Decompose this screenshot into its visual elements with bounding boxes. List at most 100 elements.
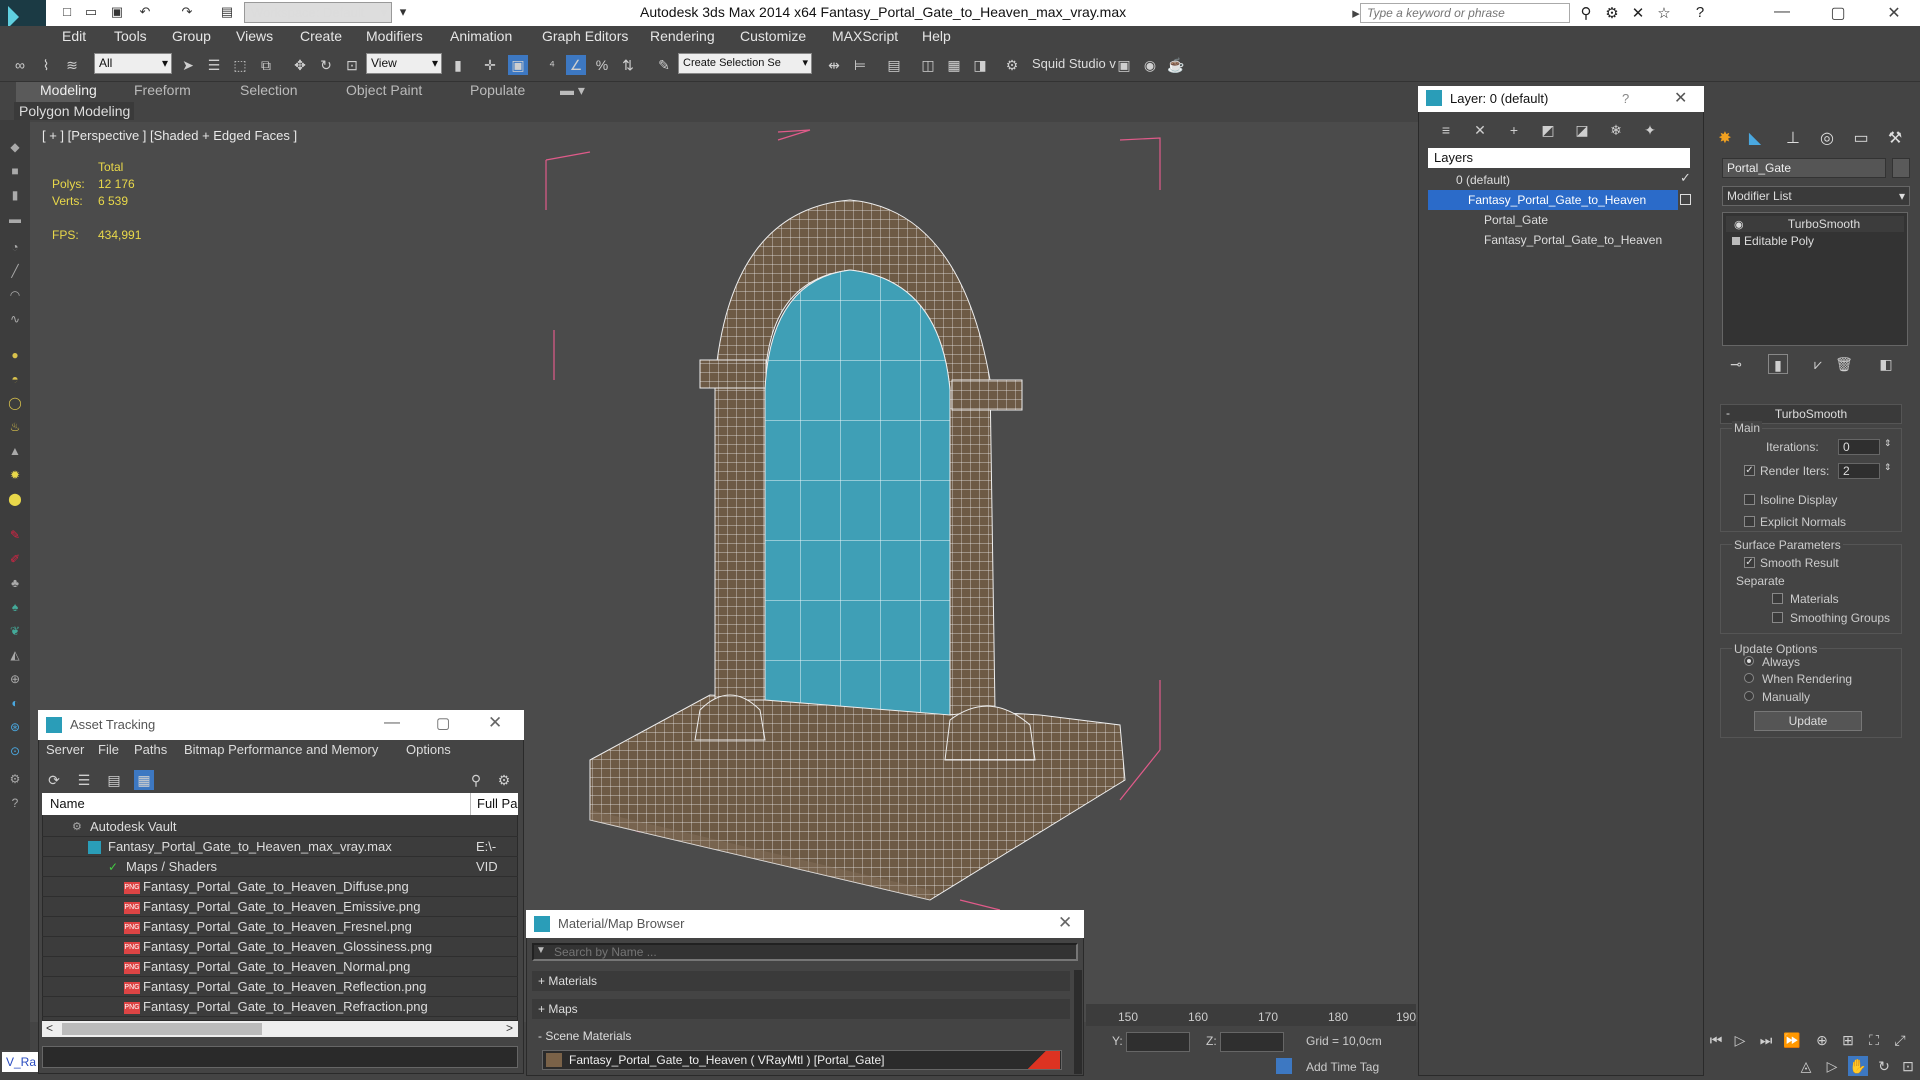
iterations-spinner[interactable] <box>1838 439 1880 455</box>
layer-row-default[interactable]: 0 (default) <box>1428 170 1678 190</box>
create-light-icon[interactable]: ✹ <box>6 468 24 484</box>
zoom-extents-icon[interactable]: ⛶ <box>1864 1030 1884 1050</box>
camera-icon[interactable]: ◐ <box>6 696 24 712</box>
menu-rendering[interactable]: Rendering <box>650 28 715 44</box>
asset-menu-paths[interactable]: Paths <box>134 742 167 757</box>
menu-customize[interactable]: Customize <box>740 28 806 44</box>
percent-snap-icon[interactable]: % <box>592 55 612 75</box>
asset-close-icon[interactable]: ✕ <box>488 713 502 733</box>
time-tag-icon[interactable] <box>1276 1058 1292 1074</box>
create-torus-icon[interactable]: ◯ <box>6 396 24 412</box>
named-selection-dropdown[interactable]: Create Selection Se ▾ <box>678 53 812 74</box>
foliage-icon[interactable]: ♣ <box>6 576 24 592</box>
keyboard-shortcut-icon[interactable]: ▣ <box>508 55 528 75</box>
angle-snap-icon[interactable]: ∠ <box>566 55 586 75</box>
create-cone-icon[interactable]: ▲ <box>6 444 24 460</box>
rollout-collapse-icon[interactable]: - <box>1726 406 1730 420</box>
material-browser-scrollbar[interactable] <box>1074 970 1082 1074</box>
minimize-icon[interactable]: — <box>1762 3 1802 23</box>
system-icon[interactable]: ⊙ <box>6 744 24 760</box>
pivot-center-icon[interactable]: ▮ <box>448 55 468 75</box>
asset-help-icon[interactable]: ⚙ <box>494 770 514 790</box>
pan-hand-icon[interactable]: ✋ <box>1848 1056 1868 1076</box>
help-utility-icon[interactable]: ? <box>6 796 24 812</box>
select-object-icon[interactable]: ➤ <box>178 55 198 75</box>
unlink-icon[interactable]: ⌇ <box>36 55 56 75</box>
update-button[interactable]: Update <box>1754 711 1862 731</box>
scene-materials-section[interactable]: - Scene Materials <box>532 1026 1070 1046</box>
layer-select-icon[interactable]: ◩ <box>1538 120 1558 140</box>
layer-row-portal-gate[interactable]: Portal_Gate <box>1428 210 1678 230</box>
project-folder-icon[interactable]: ▤ <box>218 4 236 20</box>
scene-material-item[interactable]: Fantasy_Portal_Gate_to_Heaven ( VRayMtl … <box>542 1050 1062 1070</box>
brush-icon[interactable]: ✐ <box>6 552 24 568</box>
y-coord-field[interactable] <box>1126 1032 1190 1052</box>
play-icon[interactable]: ▷ <box>1730 1030 1750 1050</box>
table-row[interactable]: Fantasy_Portal_Gate_to_Heaven_max_vray.m… <box>42 837 518 874</box>
manually-radio[interactable] <box>1744 691 1754 701</box>
material-browser-close-icon[interactable]: ✕ <box>1058 913 1072 933</box>
asset-scroll-thumb[interactable] <box>62 1023 262 1035</box>
table-row[interactable]: Autodesk Vault <box>42 817 518 837</box>
layer-freeze-icon[interactable]: ❄ <box>1606 120 1626 140</box>
asset-path-field[interactable] <box>42 1046 518 1068</box>
tab-selection[interactable]: Selection <box>240 82 298 98</box>
field-of-view-icon[interactable]: ◬ <box>1796 1056 1816 1076</box>
menu-modifiers[interactable]: Modifiers <box>366 28 423 44</box>
zoom-extents-all-icon[interactable]: ⤢ <box>1890 1030 1910 1050</box>
table-row[interactable]: PNG Fantasy_Portal_Gate_to_Heaven_Fresnel… <box>42 917 518 937</box>
maps-section[interactable]: + Maps <box>532 999 1070 1019</box>
asset-menu-options[interactable]: Options <box>406 742 451 757</box>
layer-row-fantasy-object[interactable]: Fantasy_Portal_Gate_to_Heaven <box>1428 230 1678 250</box>
modifier-list-dropdown[interactable]: Modifier List ▾ <box>1722 186 1910 206</box>
render-setup-icon[interactable]: ⚙ <box>1002 55 1022 75</box>
spacewarp-icon[interactable]: ⊛ <box>6 720 24 736</box>
rock-icon[interactable]: ◭ <box>6 648 24 664</box>
rotate-icon[interactable]: ↻ <box>316 55 336 75</box>
show-end-result-icon[interactable]: ▮ <box>1768 354 1788 374</box>
create-cylinder-icon[interactable]: ▮ <box>6 188 24 204</box>
next-frame-icon[interactable]: ⏭ <box>1756 1030 1776 1050</box>
menu-animation[interactable]: Animation <box>450 28 512 44</box>
menu-edit[interactable]: Edit <box>62 28 86 44</box>
create-line-icon[interactable]: ╱ <box>6 264 24 280</box>
display-tab-icon[interactable]: ▭ <box>1848 128 1874 152</box>
menu-views[interactable]: Views <box>236 28 273 44</box>
layer-hide-icon[interactable]: ◪ <box>1572 120 1592 140</box>
pan-icon[interactable]: ▷ <box>1822 1056 1842 1076</box>
new-file-icon[interactable]: □ <box>58 4 76 20</box>
curve-editor-icon[interactable]: ◫ <box>918 55 938 75</box>
menu-create[interactable]: Create <box>300 28 342 44</box>
rect-selection-icon[interactable]: ⬚ <box>230 55 250 75</box>
isoline-checkbox[interactable] <box>1744 494 1755 505</box>
material-search-input[interactable] <box>532 943 1078 961</box>
search-options-icon[interactable]: ▼ <box>536 945 546 956</box>
utilities-tab-icon[interactable]: ⚒ <box>1882 128 1908 152</box>
add-time-tag-button[interactable]: Add Time Tag <box>1306 1060 1379 1074</box>
always-radio[interactable] <box>1744 656 1754 666</box>
utility-icon[interactable]: ⚙ <box>6 772 24 788</box>
align-icon[interactable]: ⊨ <box>850 55 870 75</box>
layer-help-icon[interactable]: ? <box>1622 91 1629 106</box>
subscription-icon[interactable]: ⚙ <box>1602 4 1622 22</box>
undo-icon[interactable]: ↶ <box>136 4 154 20</box>
ribbon-options-icon[interactable]: ▬ ▾ <box>560 82 585 99</box>
asset-menu-file[interactable]: File <box>98 742 119 757</box>
portal-gate-model[interactable] <box>520 120 1200 920</box>
create-geometry-icon[interactable]: ◆ <box>6 140 24 156</box>
motion-tab-icon[interactable]: ◎ <box>1814 128 1840 152</box>
schematic-view-icon[interactable]: ▦ <box>944 55 964 75</box>
scroll-right-icon[interactable]: > <box>506 1021 513 1035</box>
snap-toggle-icon[interactable]: ⁴ <box>542 55 562 75</box>
asset-maximize-icon[interactable]: ▢ <box>436 714 450 732</box>
close-icon[interactable]: ✕ <box>1874 3 1914 23</box>
table-row[interactable]: PNG Fantasy_Portal_Gate_to_Heaven_Reflect… <box>42 977 518 997</box>
z-coord-field[interactable] <box>1220 1032 1284 1052</box>
tab-object-paint[interactable]: Object Paint <box>346 82 422 98</box>
material-editor-icon[interactable]: ◨ <box>970 55 990 75</box>
table-row[interactable]: PNG Fantasy_Portal_Gate_to_Heaven_Emissiv… <box>42 897 518 917</box>
redo-icon[interactable]: ↷ <box>178 4 196 20</box>
move-icon[interactable]: ✥ <box>290 55 310 75</box>
scale-icon[interactable]: ⊡ <box>342 55 362 75</box>
configure-sets-icon[interactable]: ◧ <box>1876 354 1896 374</box>
